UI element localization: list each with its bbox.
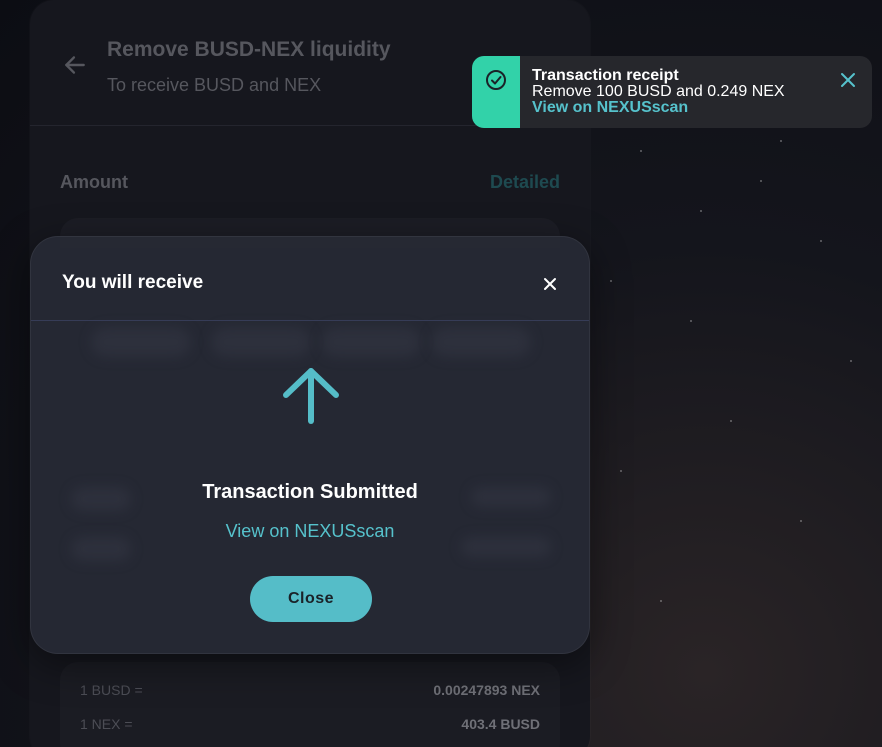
- status-title: Transaction Submitted: [202, 481, 418, 503]
- toast-accent-bar: [472, 56, 520, 128]
- close-button[interactable]: Close: [250, 576, 372, 622]
- rate-row: 1 BUSD = 0.00247893 NEX: [80, 682, 540, 702]
- check-circle-icon: [486, 70, 506, 90]
- detailed-toggle[interactable]: Detailed: [490, 172, 560, 193]
- arrow-left-icon[interactable]: [62, 52, 88, 78]
- rate-label: 1 BUSD =: [80, 682, 143, 698]
- rate-value: 403.4 BUSD: [461, 716, 540, 732]
- page-title: Remove BUSD-NEX liquidity: [107, 38, 391, 61]
- rate-label: 1 NEX =: [80, 716, 133, 732]
- page-subtitle: To receive BUSD and NEX: [107, 75, 322, 95]
- rate-row: 1 NEX = 403.4 BUSD: [80, 716, 540, 736]
- price-rates-card: 1 BUSD = 0.00247893 NEX 1 NEX = 403.4 BU…: [60, 662, 560, 747]
- close-icon[interactable]: [840, 72, 856, 88]
- modal-header: You will receive: [31, 237, 589, 321]
- view-on-explorer-link[interactable]: View on NEXUSscan: [31, 521, 589, 542]
- transaction-modal: You will receive Transaction Submitted V…: [30, 236, 590, 654]
- transaction-toast: Transaction receipt Remove 100 BUSD and …: [472, 56, 872, 128]
- close-icon[interactable]: [540, 274, 560, 294]
- modal-title: You will receive: [62, 272, 204, 293]
- arrow-up-icon: [283, 368, 339, 424]
- rate-value: 0.00247893 NEX: [433, 682, 540, 698]
- amount-label: Amount: [60, 172, 128, 192]
- toast-explorer-link[interactable]: View on NEXUSscan: [532, 99, 688, 117]
